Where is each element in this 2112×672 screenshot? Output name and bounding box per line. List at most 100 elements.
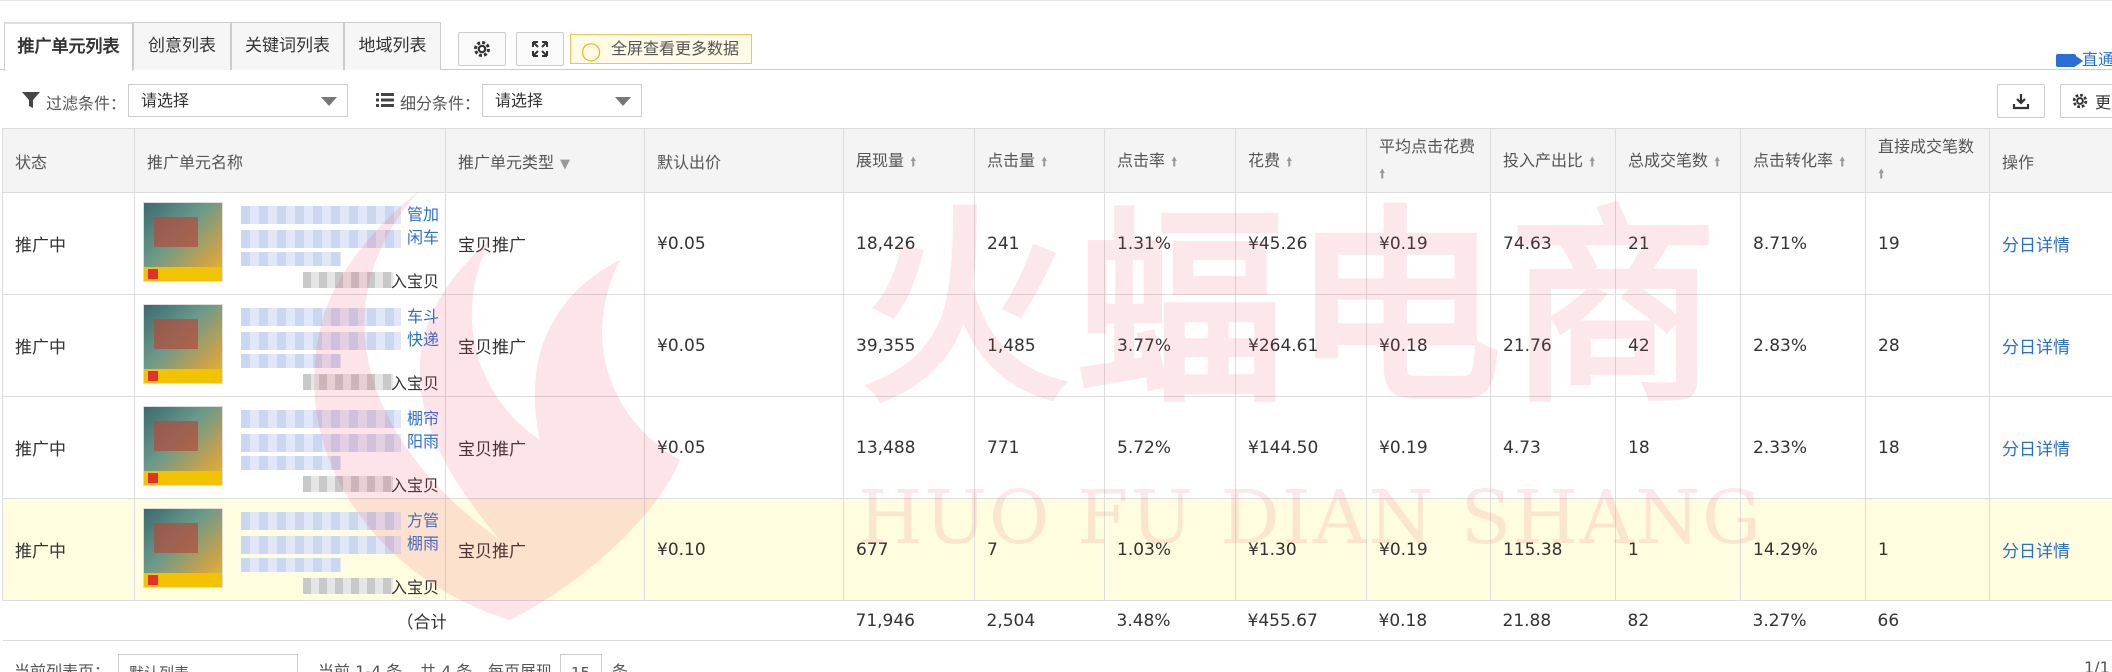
chevron-down-icon <box>615 97 631 106</box>
orders-cell: 18 <box>1615 396 1741 499</box>
total-count: 共 4 条 <box>420 662 473 672</box>
settings-button[interactable] <box>458 32 506 66</box>
live-link[interactable]: 直通 <box>2056 46 2112 70</box>
unit-name-cell: 车斗 快递入宝贝 <box>134 294 446 397</box>
sort-icon: 🠙 <box>1171 154 1178 170</box>
total-cvr: 3.27% <box>1740 600 1866 641</box>
total-cost: ¥455.67 <box>1235 600 1367 641</box>
unit-tag: 入宝贝 <box>391 373 440 393</box>
gear-icon <box>2072 93 2088 109</box>
unit-name-link[interactable]: 快递 <box>407 329 439 351</box>
list-icon <box>376 93 394 107</box>
status-cell: 推广中 <box>2 498 135 601</box>
col-action: 操作 <box>1989 128 2112 193</box>
daily-detail-link[interactable]: 分日详情 <box>1989 192 2112 295</box>
cost-cell: ¥264.61 <box>1235 294 1367 397</box>
col-orders[interactable]: 总成交笔数 🠙 <box>1615 128 1741 193</box>
page: { "tabs": [ {"label": "推广单元列表", "active"… <box>0 0 2112 672</box>
chevron-down-icon <box>321 97 337 106</box>
table-row[interactable]: 推广中 方管 棚雨 入宝贝 宝贝推广 ¥0.10 677 7 1.03% ¥1.30 ¥0.19 11… <box>2 498 2112 601</box>
cost-cell: ¥45.26 <box>1235 192 1367 295</box>
unit-name-link[interactable]: 棚帘 <box>407 408 439 430</box>
col-ctr[interactable]: 点击率 🠙 <box>1104 128 1236 193</box>
unit-tag: 入宝贝 <box>391 271 440 291</box>
total-clicks: 2,504 <box>974 600 1105 641</box>
unit-name-link[interactable]: 闲车 <box>407 227 439 249</box>
fullscreen-hint[interactable]: ◯ 全屏查看更多数据 <box>570 34 753 64</box>
clicks-cell: 241 <box>974 192 1105 295</box>
roi-cell: 74.63 <box>1490 192 1616 295</box>
col-clicks[interactable]: 点击量 🠙 <box>974 128 1105 193</box>
table-row[interactable]: 推广中 管加 闲车 入宝贝 宝贝推广 ¥0.05 18,426 241 1.31% ¥45.26 ¥… <box>2 192 2112 295</box>
segment-select[interactable]: 请选择 <box>482 84 642 117</box>
unit-name-link[interactable]: 阳雨 <box>407 431 439 453</box>
bid-cell: ¥0.05 <box>644 192 844 295</box>
table-row[interactable]: 推广中 棚帘 阳雨 入宝贝 宝贝推广 ¥0.05 13,488 771 5.72% ¥144.50… <box>2 396 2112 499</box>
cpc-cell: ¥0.19 <box>1366 498 1491 601</box>
col-impressions[interactable]: 展现量 🠙 <box>843 128 975 193</box>
direct-orders-cell: 18 <box>1865 396 1990 499</box>
sort-icon: 🠙 <box>1041 154 1048 170</box>
impressions-cell: 677 <box>843 498 975 601</box>
roi-cell: 4.73 <box>1490 396 1616 499</box>
col-unit-name: 推广单元名称 <box>134 128 446 193</box>
daily-detail-link[interactable]: 分日详情 <box>1989 498 2112 601</box>
col-cvr[interactable]: 点击转化率 🠙 <box>1740 128 1866 193</box>
download-button[interactable] <box>1997 84 2045 118</box>
unit-name-link[interactable]: 车斗 <box>407 306 439 328</box>
expand-icon <box>532 41 548 57</box>
product-thumbnail[interactable] <box>143 507 223 588</box>
tab-region-list[interactable]: 地域列表 <box>344 22 441 70</box>
filter-icon <box>22 92 40 108</box>
product-thumbnail[interactable] <box>143 405 223 486</box>
product-thumbnail[interactable] <box>143 201 223 282</box>
cvr-cell: 14.29% <box>1740 498 1866 601</box>
tab-keyword-list[interactable]: 关键词列表 <box>231 22 344 70</box>
table-header: 状态 推广单元名称 推广单元类型 ▼ 默认出价 展现量 🠙 点击量 🠙 点击率 🠙 花费… <box>2 128 2112 193</box>
col-cpc[interactable]: 平均点击花费 🠙 <box>1366 128 1491 193</box>
daily-detail-link[interactable]: 分日详情 <box>1989 294 2112 397</box>
product-thumbnail[interactable] <box>143 303 223 384</box>
roi-cell: 115.38 <box>1490 498 1616 601</box>
bid-cell: ¥0.10 <box>644 498 844 601</box>
clicks-cell: 7 <box>974 498 1105 601</box>
bid-cell: ¥0.05 <box>644 396 844 499</box>
daily-detail-link[interactable]: 分日详情 <box>1989 396 2112 499</box>
unit-name-cell: 方管 棚雨入宝贝 <box>134 498 446 601</box>
tab-unit-list[interactable]: 推广单元列表 <box>4 22 133 71</box>
list-select[interactable]: 默认列表 <box>118 654 298 672</box>
cpc-cell: ¥0.19 <box>1366 192 1491 295</box>
clicks-cell: 771 <box>974 396 1105 499</box>
orders-cell: 42 <box>1615 294 1741 397</box>
unit-table: 状态 推广单元名称 推广单元类型 ▼ 默认出价 展现量 🠙 点击量 🠙 点击率 🠙 花费… <box>2 128 2112 641</box>
unit-tag: 入宝贝 <box>391 577 440 597</box>
tab-creative-list[interactable]: 创意列表 <box>133 22 231 70</box>
fullscreen-button[interactable] <box>516 32 564 66</box>
more-button[interactable]: 更 <box>2060 84 2112 118</box>
unit-name-link[interactable]: 方管 <box>407 510 439 532</box>
page-indicator: 1/1 <box>2084 658 2110 672</box>
unit-tag: 入宝贝 <box>391 475 440 495</box>
col-cost[interactable]: 花费 🠙 <box>1235 128 1367 193</box>
filter-bar: 过滤条件： 请选择 细分条件： 请选择 <box>0 76 2112 126</box>
unit-name-cell: 管加 闲车入宝贝 <box>134 192 446 295</box>
col-roi[interactable]: 投入产出比 🠙 <box>1490 128 1616 193</box>
unit-name-link[interactable]: 棚雨 <box>407 533 439 555</box>
segment-label: 细分条件： <box>400 94 481 113</box>
col-direct-orders[interactable]: 直接成交笔数 🠙 <box>1865 128 1990 193</box>
col-unit-type[interactable]: 推广单元类型 ▼ <box>445 128 645 193</box>
total-label: （合计） <box>134 600 446 641</box>
cvr-cell: 2.83% <box>1740 294 1866 397</box>
filter-label: 过滤条件： <box>46 94 127 113</box>
table-row[interactable]: 推广中 车斗 快递 入宝贝 宝贝推广 ¥0.05 39,355 1,485 3.77% ¥264.… <box>2 294 2112 397</box>
unit-name-link[interactable]: 管加 <box>407 204 439 226</box>
unit-type-cell: 宝贝推广 <box>445 498 645 601</box>
total-ctr: 3.48% <box>1104 600 1236 641</box>
cpc-cell: ¥0.18 <box>1366 294 1491 397</box>
orders-cell: 1 <box>1615 498 1741 601</box>
cost-cell: ¥1.30 <box>1235 498 1367 601</box>
filter-select[interactable]: 请选择 <box>128 84 348 117</box>
per-page-input[interactable]: 15 <box>560 654 602 672</box>
camera-icon <box>2056 54 2083 67</box>
cost-cell: ¥144.50 <box>1235 396 1367 499</box>
